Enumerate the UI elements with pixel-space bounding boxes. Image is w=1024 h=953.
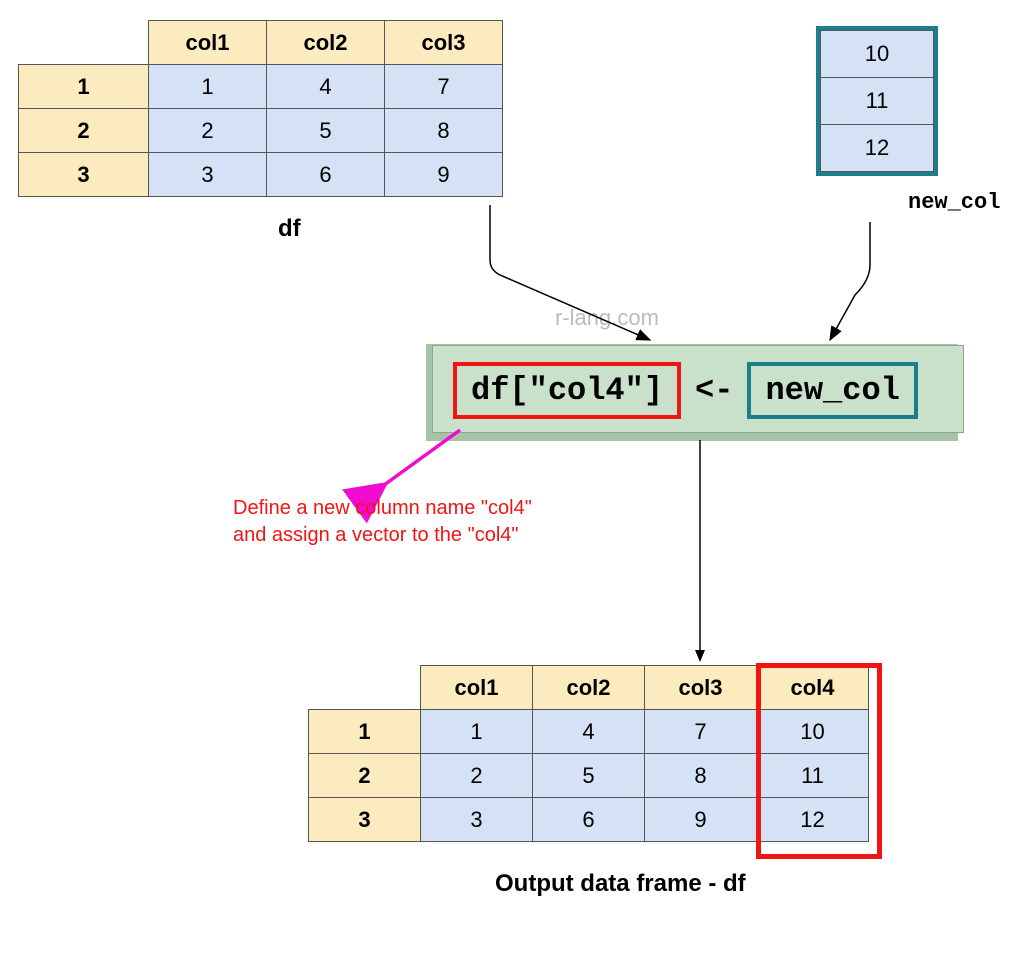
annotation-line2: and assign a vector to the "col4" bbox=[233, 522, 532, 549]
out-cell: 12 bbox=[757, 798, 869, 842]
code-block: df["col4"] <- new_col bbox=[432, 345, 964, 433]
out-header-col4: col4 bbox=[757, 666, 869, 710]
out-header-col1: col1 bbox=[421, 666, 533, 710]
output-caption: Output data frame - df bbox=[495, 870, 746, 898]
out-rowidx-2: 2 bbox=[309, 754, 421, 798]
annotation-line1: Define a new column name "col4" bbox=[233, 495, 532, 522]
output-df-table: col1 col2 col3 col4 1 1 4 7 10 2 2 5 8 1… bbox=[308, 665, 869, 842]
out-cell: 3 bbox=[421, 798, 533, 842]
annotation-text: Define a new column name "col4" and assi… bbox=[233, 495, 532, 549]
code-assign: <- bbox=[695, 372, 733, 409]
out-header-col2: col2 bbox=[533, 666, 645, 710]
out-rowidx-3: 3 bbox=[309, 798, 421, 842]
out-cell: 10 bbox=[757, 710, 869, 754]
out-cell: 2 bbox=[421, 754, 533, 798]
out-cell: 5 bbox=[533, 754, 645, 798]
out-rowidx-1: 1 bbox=[309, 710, 421, 754]
out-cell: 6 bbox=[533, 798, 645, 842]
out-cell: 1 bbox=[421, 710, 533, 754]
out-cell: 4 bbox=[533, 710, 645, 754]
out-cell: 8 bbox=[645, 754, 757, 798]
out-cell: 11 bbox=[757, 754, 869, 798]
corner-empty bbox=[309, 666, 421, 710]
out-header-col3: col3 bbox=[645, 666, 757, 710]
out-cell: 7 bbox=[645, 710, 757, 754]
out-cell: 9 bbox=[645, 798, 757, 842]
code-rhs: new_col bbox=[747, 362, 917, 419]
code-lhs: df["col4"] bbox=[453, 362, 681, 419]
